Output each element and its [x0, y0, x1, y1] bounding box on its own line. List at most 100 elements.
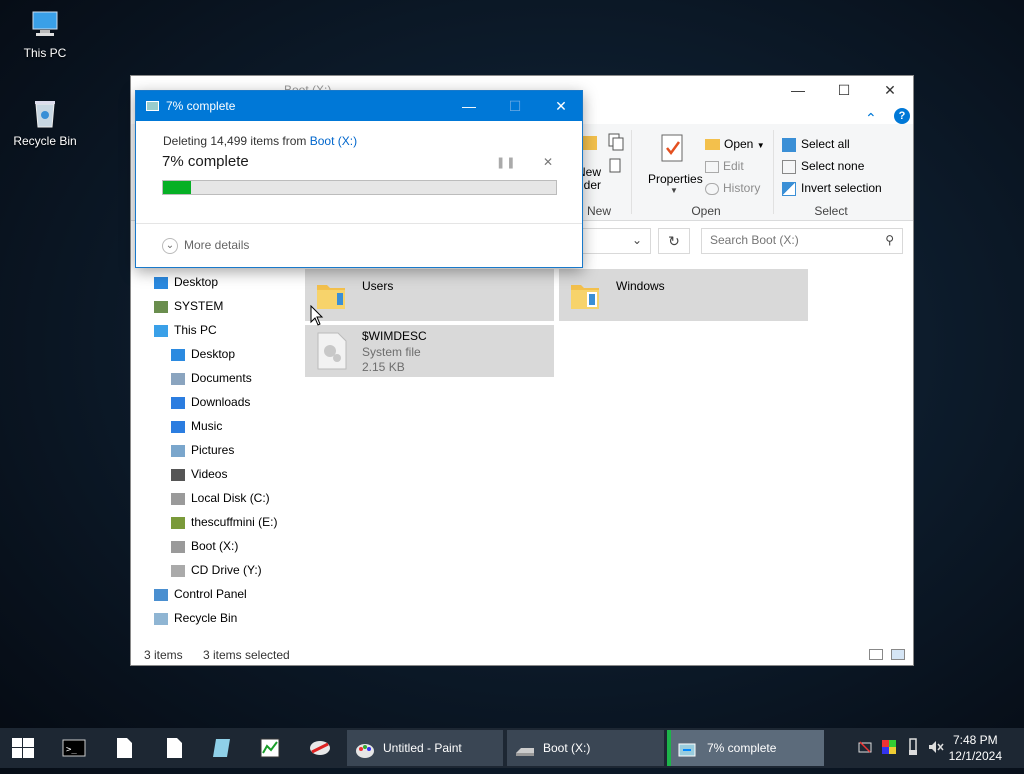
more-details-button[interactable]: ⌄ More details [162, 235, 249, 255]
history-button[interactable]: History [705, 181, 760, 195]
notepad-icon[interactable] [112, 736, 136, 760]
cd-drive-icon [171, 564, 185, 577]
drive-icon [171, 540, 185, 553]
open-folder-icon [705, 139, 720, 151]
start-button[interactable] [12, 738, 34, 758]
nav-item-label: CD Drive (Y:) [191, 563, 262, 577]
maximize-button: ☐ [508, 98, 522, 114]
item-name: $WIMDESC [362, 329, 427, 343]
minimize-button[interactable]: — [446, 91, 492, 121]
nav-item-desktop[interactable]: Desktop [154, 271, 218, 293]
nav-item-boot-x[interactable]: Boot (X:) [171, 535, 238, 557]
invert-selection-button[interactable]: Invert selection [782, 181, 882, 196]
document-icon[interactable] [162, 736, 186, 760]
dialog-title: 7% complete [166, 99, 236, 113]
nav-item-music[interactable]: Music [171, 415, 222, 437]
nav-item-recycle-bin[interactable]: Recycle Bin [154, 607, 237, 629]
usb-device-icon[interactable] [907, 738, 919, 756]
close-button[interactable]: ✕ [867, 76, 913, 104]
taskbar-task-progress[interactable]: 7% complete [667, 730, 824, 766]
select-none-button[interactable]: Select none [782, 159, 864, 174]
clock-time: 7:48 PM [952, 733, 998, 747]
cancel-button[interactable]: ✕ [543, 155, 553, 169]
taskbar-task-explorer[interactable]: Boot (X:) [507, 730, 664, 766]
easy-access-icon[interactable] [607, 156, 629, 176]
clock-date: 12/1/2024 [948, 749, 1002, 763]
address-bar[interactable]: ⌄ [581, 228, 651, 254]
keyboard-icon[interactable] [858, 740, 872, 754]
nav-item-label: SYSTEM [174, 299, 224, 313]
search-input[interactable] [708, 232, 880, 248]
help-icon[interactable]: ? [894, 108, 910, 124]
pause-button[interactable]: ❚❚ [496, 156, 516, 169]
nav-item-pictures[interactable]: Pictures [171, 439, 234, 461]
nav-item-label: Videos [191, 467, 228, 481]
nav-item-label: This PC [174, 323, 217, 337]
nav-item-label: thescuffmini (E:) [191, 515, 278, 529]
open-button[interactable]: Open ▼ [705, 137, 765, 151]
properties-button[interactable]: Properties [648, 172, 703, 186]
delete-progress-dialog[interactable]: 7% complete — ☐ ✕ Deleting 14,499 items … [135, 90, 583, 268]
nav-item-label: Music [191, 419, 223, 433]
system-clock[interactable]: 7:48 PM 12/1/2024 [949, 732, 1002, 764]
select-all-button[interactable]: Select all [782, 137, 850, 152]
refresh-button[interactable]: ↻ [658, 228, 690, 254]
desktop-icon-this-pc[interactable]: This PC [7, 8, 83, 60]
item-size: 2.15 KB [362, 360, 405, 374]
nav-item-label: Downloads [191, 395, 251, 409]
desktop-icon [154, 276, 168, 289]
task-manager-icon[interactable] [258, 736, 282, 760]
minimize-button[interactable]: — [775, 76, 821, 104]
tiles-view-icon[interactable] [891, 649, 905, 660]
utility-icon[interactable] [308, 736, 332, 760]
item-count: 3 items [144, 648, 183, 662]
maximize-button[interactable]: ☐ [821, 76, 867, 104]
recycle-bin-icon [154, 612, 168, 625]
desktop-icon-recycle-bin[interactable]: Recycle Bin [7, 96, 83, 148]
chevron-down-icon[interactable]: ⌄ [632, 233, 642, 247]
new-item-icon[interactable] [607, 132, 629, 152]
mouse-cursor-icon [310, 304, 324, 330]
taskbar-task-paint[interactable]: Untitled - Paint [347, 730, 503, 766]
display-color-icon[interactable] [882, 740, 896, 754]
history-icon [705, 182, 719, 195]
nav-item-local-disk-c[interactable]: Local Disk (C:) [171, 487, 270, 509]
search-icon[interactable]: ⚲ [885, 233, 894, 247]
progress-icon [146, 101, 159, 111]
nav-item-control-panel[interactable]: Control Panel [154, 583, 247, 605]
new-folder-partial-label[interactable]: New folder [581, 166, 601, 195]
close-button[interactable]: ✕ [538, 91, 584, 121]
item-tile-users[interactable]: Users [305, 269, 554, 321]
source-link[interactable]: Boot (X:) [310, 134, 357, 148]
chevron-down-icon: ⌄ [162, 237, 178, 254]
search-box[interactable]: ⚲ [701, 228, 903, 254]
app-icon[interactable] [210, 736, 234, 760]
nav-item-label: Documents [191, 371, 252, 385]
nav-item-this-pc[interactable]: This PC [154, 319, 217, 341]
command-prompt-icon[interactable]: >_ [62, 736, 86, 760]
nav-item-label: Control Panel [174, 587, 247, 601]
nav-item-thescuffmini-e[interactable]: thescuffmini (E:) [171, 511, 277, 533]
item-tile-windows[interactable]: Windows [559, 269, 808, 321]
music-icon [171, 420, 185, 433]
downloads-icon [171, 396, 185, 409]
nav-item-downloads[interactable]: Downloads [171, 391, 250, 413]
nav-item-system[interactable]: SYSTEM [154, 295, 223, 317]
documents-icon [171, 372, 185, 385]
dialog-title-bar[interactable]: 7% complete — ☐ ✕ [136, 91, 582, 121]
volume-muted-icon[interactable] [928, 740, 944, 754]
nav-item-label: Desktop [174, 275, 219, 289]
nav-item-cd-drive-y[interactable]: CD Drive (Y:) [171, 559, 262, 581]
details-view-icon[interactable] [869, 649, 883, 660]
nav-item-documents[interactable]: Documents [171, 367, 252, 389]
item-name: Users [362, 279, 394, 293]
edit-button[interactable]: Edit [705, 159, 744, 173]
paint-icon [355, 738, 375, 758]
item-tile-wimdesc[interactable]: $WIMDESC System file 2.15 KB [305, 325, 554, 377]
progress-icon [677, 738, 697, 758]
invert-selection-icon [782, 181, 796, 196]
nav-item-desktop[interactable]: Desktop [171, 343, 235, 365]
chevron-down-icon: ▼ [670, 186, 678, 195]
progress-bar-fill [163, 181, 191, 194]
nav-item-videos[interactable]: Videos [171, 463, 227, 485]
